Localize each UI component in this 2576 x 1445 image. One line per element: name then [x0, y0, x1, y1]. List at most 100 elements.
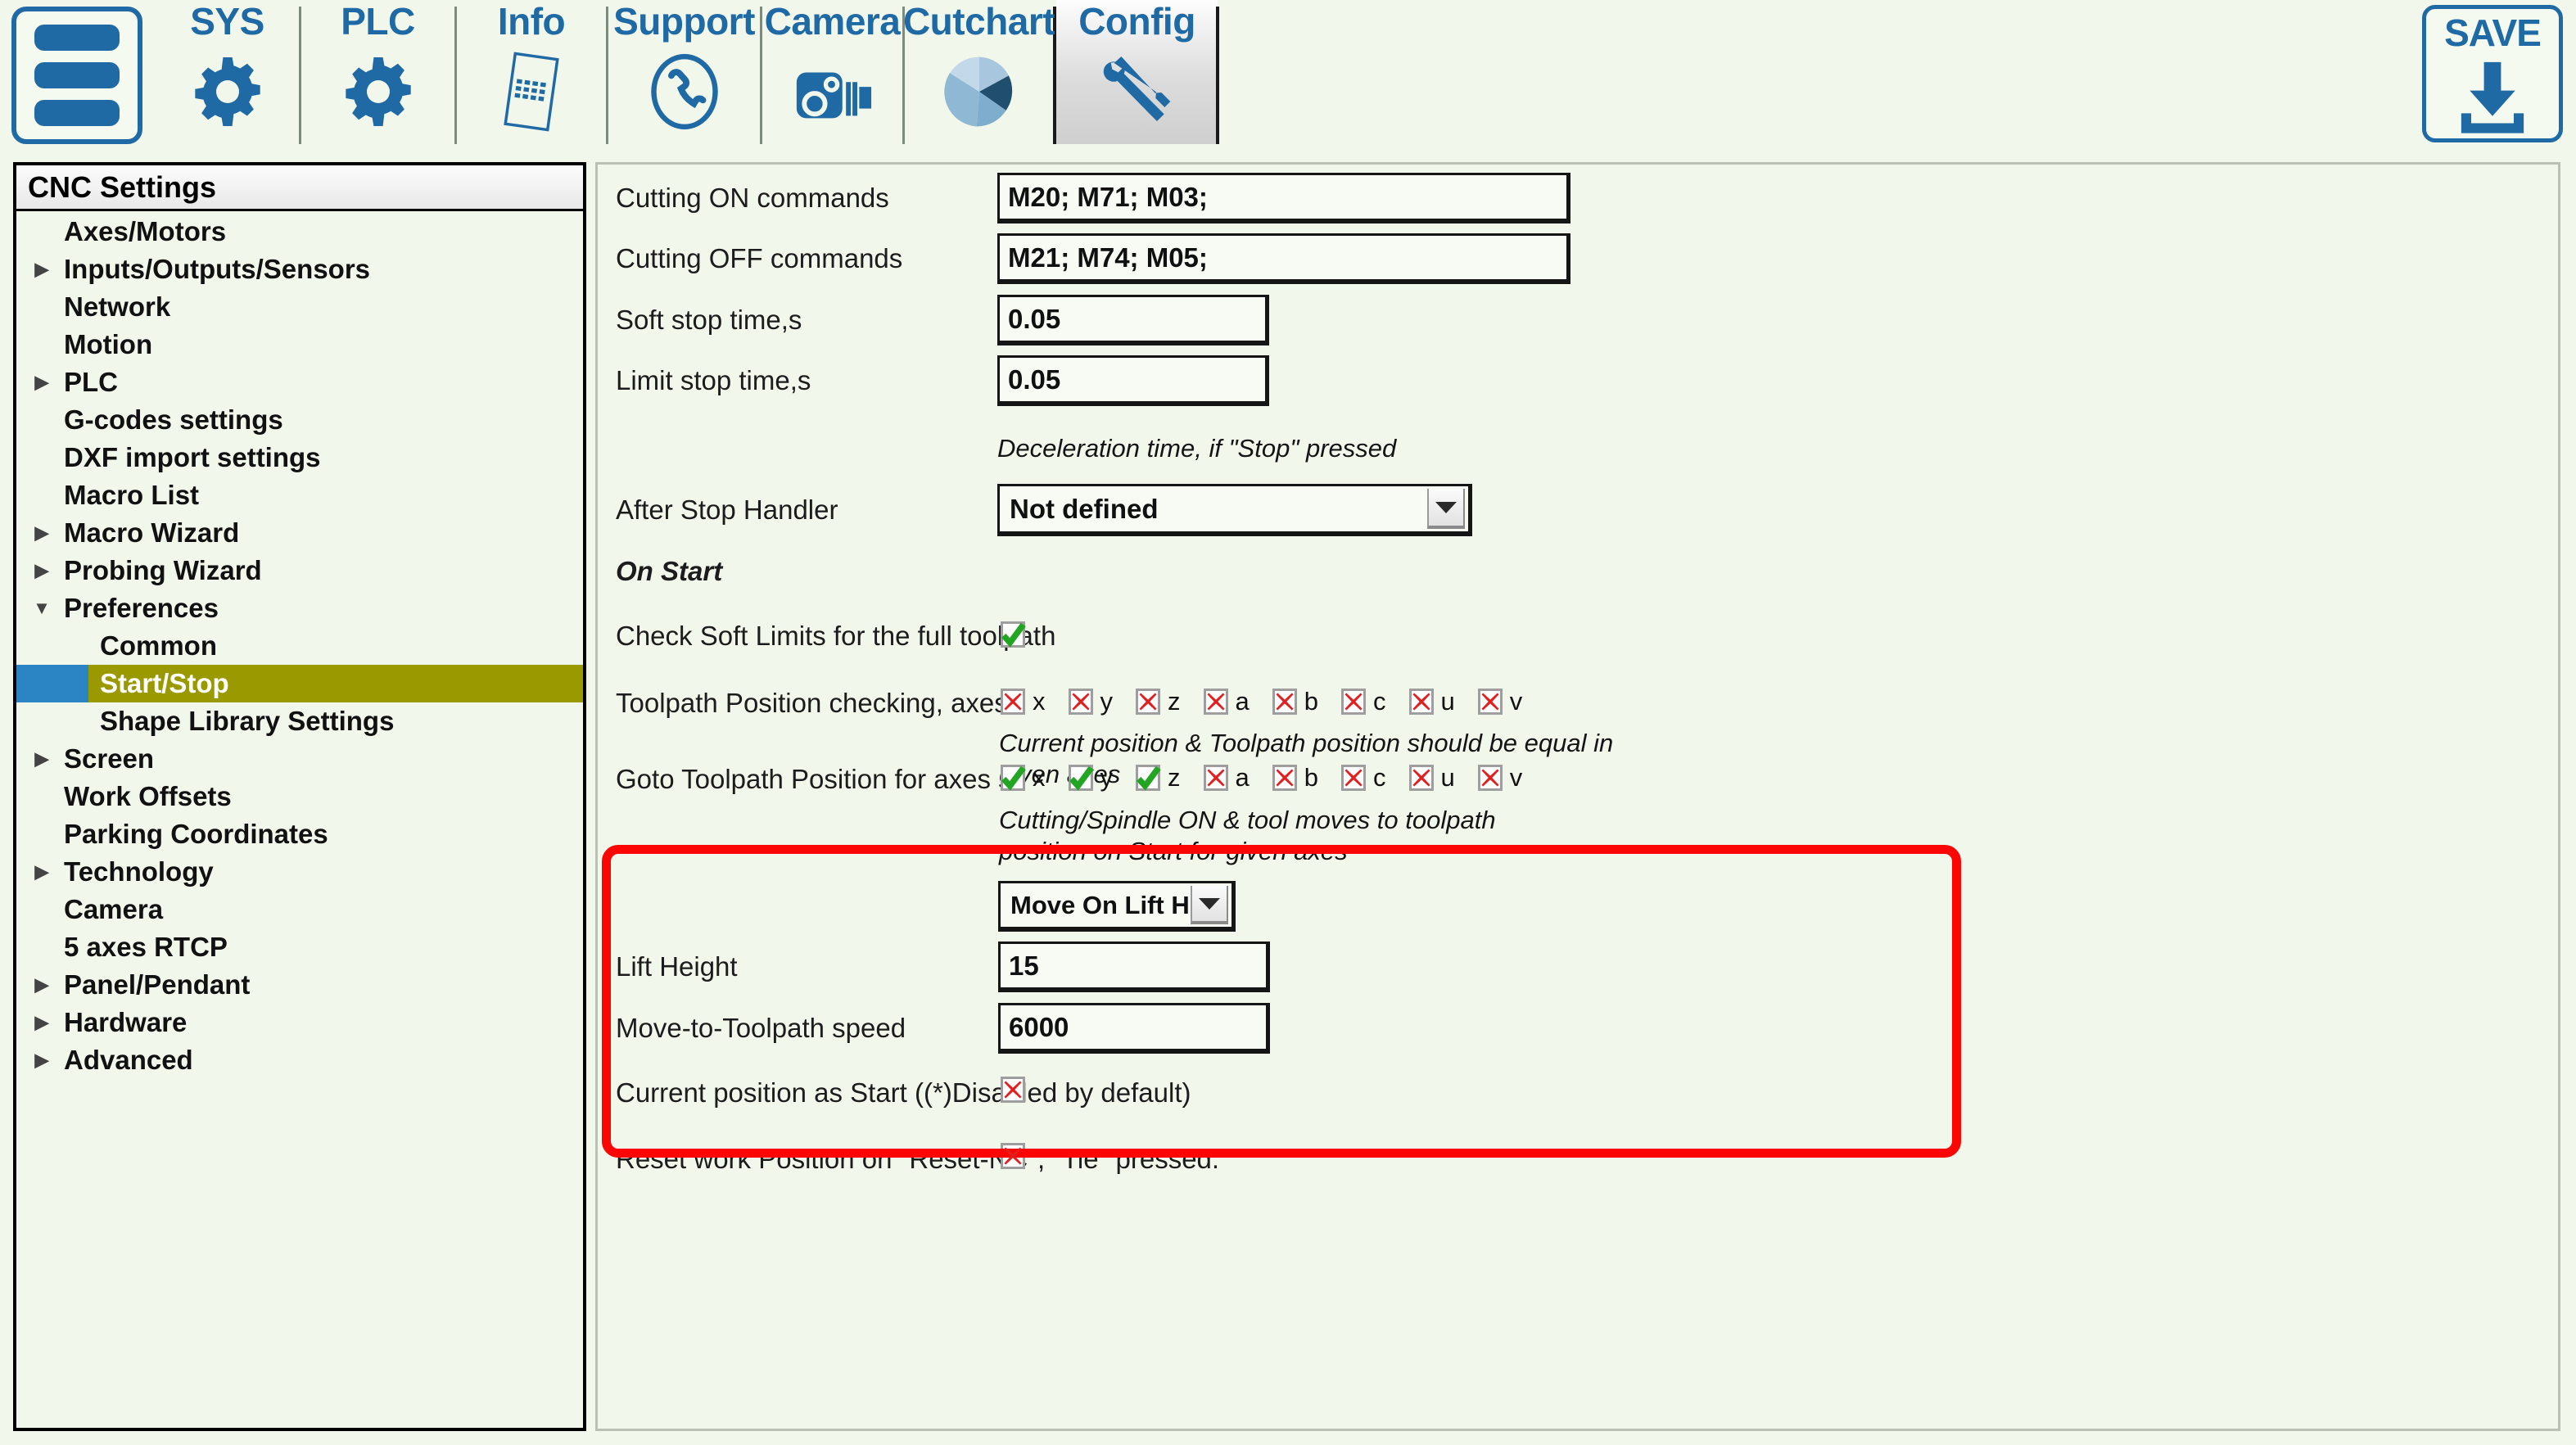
sidebar-item-technology[interactable]: ▶ Technology [16, 853, 583, 891]
checkbox-unchecked-icon[interactable] [1341, 689, 1366, 715]
chevron-down-icon[interactable]: ▼ [28, 598, 56, 619]
axis-label: v [1509, 687, 1523, 716]
tab-cutchart[interactable]: Cutchart [903, 0, 1055, 144]
sidebar-item-start-stop[interactable]: Start/Stop [16, 665, 583, 702]
tab-support[interactable]: Support [608, 0, 760, 144]
chevron-right-icon[interactable]: ▶ [28, 259, 56, 280]
sidebar-item-inputs-outputs-sensors[interactable]: ▶ Inputs/Outputs/Sensors [16, 251, 583, 288]
axis-checkbox-u[interactable]: u [1408, 687, 1470, 716]
checkbox-unchecked-icon[interactable] [1001, 1143, 1025, 1169]
axis-checkbox-z[interactable]: z [1136, 763, 1195, 792]
sidebar-item-label: Preferences [64, 593, 219, 623]
tab-config[interactable]: Config [1056, 0, 1218, 144]
axis-checkbox-x[interactable]: x [1001, 687, 1060, 716]
soft-stop-input[interactable]: 0.05 [997, 295, 1269, 345]
checkbox-checked-icon[interactable] [1068, 765, 1094, 791]
checkbox-unchecked-icon[interactable] [1001, 1077, 1025, 1103]
sidebar-item-work-offsets[interactable]: Work Offsets [16, 778, 583, 815]
chevron-down-icon[interactable] [1191, 886, 1228, 924]
check-soft-limits-checkbox[interactable] [1001, 621, 1026, 648]
goto-toolpath-mode-select[interactable]: Move On Lift Heig [998, 881, 1236, 932]
checkbox-checked-icon[interactable] [1001, 765, 1026, 791]
checkbox-unchecked-icon[interactable] [1001, 689, 1025, 715]
axis-checkbox-x[interactable]: x [1001, 763, 1060, 792]
chevron-right-icon[interactable]: ▶ [28, 861, 56, 883]
checkbox-unchecked-icon[interactable] [1477, 689, 1503, 715]
sidebar-item-common[interactable]: Common [16, 627, 583, 665]
sidebar-item-screen[interactable]: ▶ Screen [16, 740, 583, 778]
axis-checkbox-b[interactable]: b [1272, 763, 1333, 792]
axis-checkbox-a[interactable]: a [1203, 763, 1264, 792]
reset-work-position-checkbox[interactable] [1001, 1143, 1025, 1169]
sidebar-item-parking-coordinates[interactable]: Parking Coordinates [16, 815, 583, 853]
current-position-start-checkbox[interactable] [1001, 1077, 1025, 1103]
sidebar-item-motion[interactable]: Motion [16, 326, 583, 364]
after-stop-handler-select[interactable]: Not defined [997, 484, 1472, 536]
checkbox-unchecked-icon[interactable] [1203, 689, 1228, 715]
tab-camera[interactable]: Camera [762, 0, 902, 144]
sidebar-item-network[interactable]: Network [16, 288, 583, 326]
sidebar-item-macro-list[interactable]: Macro List [16, 476, 583, 514]
axis-checkbox-z[interactable]: z [1136, 687, 1195, 716]
chevron-right-icon[interactable]: ▶ [28, 1012, 56, 1033]
checkbox-unchecked-icon[interactable] [1477, 765, 1503, 791]
goto-toolpath-hint: Cutting/Spindle ON & tool moves to toolp… [999, 806, 1496, 865]
axis-label: y [1100, 687, 1114, 716]
axis-checkbox-y[interactable]: y [1068, 763, 1128, 792]
checkbox-unchecked-icon[interactable] [1272, 689, 1297, 715]
checkbox-unchecked-icon[interactable] [1203, 765, 1228, 791]
toolpath-checking-axes-group[interactable]: x yzabcu v [1001, 687, 1545, 716]
sidebar-item-g-codes-settings[interactable]: G-codes settings [16, 401, 583, 439]
sidebar-item-5-axes-rtcp[interactable]: 5 axes RTCP [16, 928, 583, 966]
sidebar-item-camera[interactable]: Camera [16, 891, 583, 928]
sidebar-item-preferences[interactable]: ▼ Preferences [16, 589, 583, 627]
axis-checkbox-a[interactable]: a [1203, 687, 1264, 716]
checkbox-checked-icon[interactable] [1001, 621, 1026, 648]
axis-checkbox-y[interactable]: y [1068, 687, 1128, 716]
axis-checkbox-u[interactable]: u [1408, 763, 1470, 792]
sidebar-item-label: Start/Stop [100, 668, 229, 698]
sidebar-item-macro-wizard[interactable]: ▶ Macro Wizard [16, 514, 583, 552]
checkbox-unchecked-icon[interactable] [1341, 765, 1366, 791]
chevron-right-icon[interactable]: ▶ [28, 522, 56, 544]
sidebar-item-plc[interactable]: ▶ PLC [16, 364, 583, 401]
axis-checkbox-c[interactable]: c [1341, 687, 1401, 716]
tab-sys[interactable]: SYS [156, 0, 299, 144]
sidebar-item-axes-motors[interactable]: Axes/Motors [16, 213, 583, 251]
save-button[interactable]: SAVE [2422, 5, 2563, 142]
tab-info[interactable]: Info [457, 0, 606, 144]
sidebar-item-dxf-import-settings[interactable]: DXF import settings [16, 439, 583, 476]
chevron-right-icon[interactable]: ▶ [28, 372, 56, 393]
axis-checkbox-v[interactable]: v [1477, 763, 1538, 792]
checkbox-unchecked-icon[interactable] [1068, 689, 1093, 715]
sidebar-item-label: Panel/Pendant [64, 969, 251, 1000]
chevron-right-icon[interactable]: ▶ [28, 1050, 56, 1071]
axis-checkbox-v[interactable]: v [1477, 687, 1538, 716]
chevron-down-icon[interactable] [1427, 489, 1465, 529]
cutting-off-input[interactable]: M21; M74; M05; [997, 233, 1570, 284]
sidebar-item-shape-library-settings[interactable]: Shape Library Settings [16, 702, 583, 740]
checkbox-unchecked-icon[interactable] [1136, 689, 1160, 715]
sidebar-item-label: Screen [64, 743, 155, 774]
chevron-right-icon[interactable]: ▶ [28, 560, 56, 581]
axis-checkbox-b[interactable]: b [1272, 687, 1333, 716]
move-speed-input[interactable]: 6000 [998, 1003, 1270, 1054]
sidebar-item-hardware[interactable]: ▶ Hardware [16, 1004, 583, 1041]
axis-label: v [1509, 763, 1523, 792]
checkbox-unchecked-icon[interactable] [1408, 765, 1434, 791]
menu-hamburger-button[interactable] [11, 7, 142, 144]
sidebar-item-panel-pendant[interactable]: ▶ Panel/Pendant [16, 966, 583, 1004]
sidebar-item-probing-wizard[interactable]: ▶ Probing Wizard [16, 552, 583, 589]
checkbox-unchecked-icon[interactable] [1272, 765, 1297, 791]
lift-height-input[interactable]: 15 [998, 942, 1270, 992]
goto-toolpath-axes-group[interactable]: xyzabcu v [1001, 763, 1545, 792]
axis-checkbox-c[interactable]: c [1341, 763, 1401, 792]
checkbox-unchecked-icon[interactable] [1408, 689, 1434, 715]
checkbox-checked-icon[interactable] [1136, 765, 1161, 791]
sidebar-item-advanced[interactable]: ▶ Advanced [16, 1041, 583, 1079]
chevron-right-icon[interactable]: ▶ [28, 974, 56, 996]
limit-stop-input[interactable]: 0.05 [997, 355, 1269, 406]
tab-plc[interactable]: PLC [301, 0, 454, 144]
chevron-right-icon[interactable]: ▶ [28, 748, 56, 770]
cutting-on-input[interactable]: M20; M71; M03; [997, 173, 1570, 224]
